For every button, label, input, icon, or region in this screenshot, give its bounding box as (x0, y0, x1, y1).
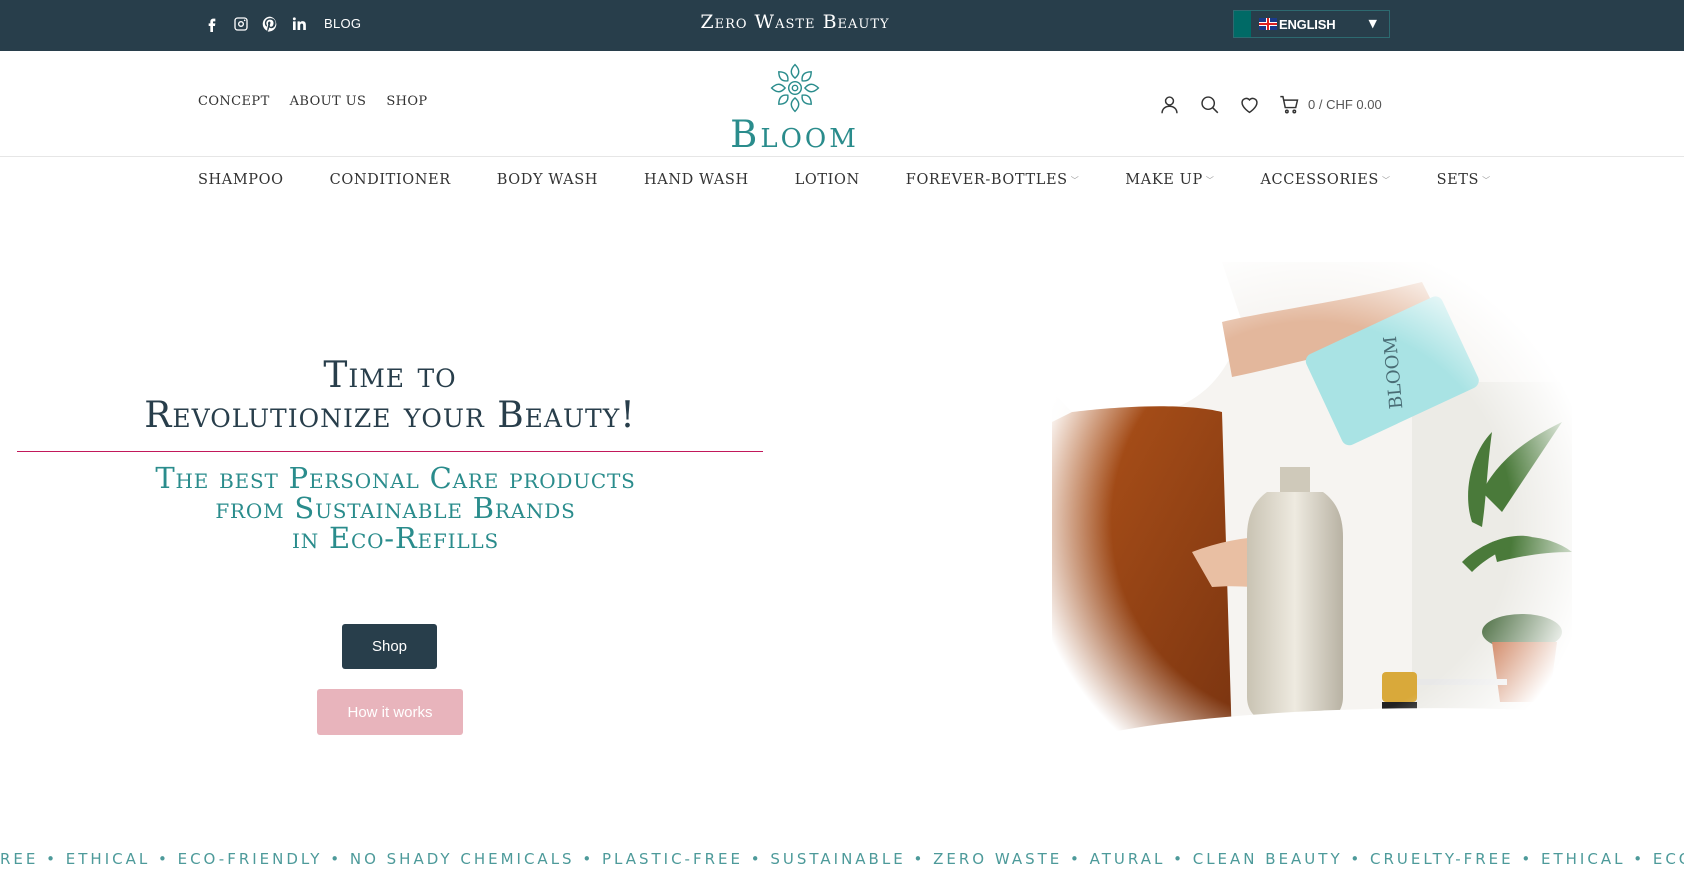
category-make-up[interactable]: MAKE UP ﹀ (1125, 172, 1214, 188)
cart-button[interactable]: 0 / CHF 0.00 (1278, 93, 1382, 115)
hero-title: Time to Revolutionize your Beauty! (17, 356, 763, 436)
language-label: ENGLISH (1279, 16, 1336, 32)
flower-logo-icon (770, 63, 820, 113)
how-it-works-button[interactable]: How it works (317, 689, 463, 735)
hero-title-line: Time to (323, 355, 457, 396)
blog-link[interactable]: BLOG (324, 16, 361, 31)
category-label: ACCESSORIES (1260, 172, 1379, 188)
hero-subtitle: The best Personal Care products from Sus… (17, 463, 774, 553)
ticker-item: ECO (1652, 850, 1684, 868)
ticker-item: CRUELTY-FREE (1370, 850, 1514, 868)
primary-nav: CONCEPT ABOUT US SHOP (198, 94, 428, 109)
chevron-down-icon: ﹀ (1205, 175, 1215, 185)
main-header: CONCEPT ABOUT US SHOP Bloom 0 / CHF 0.00 (0, 51, 1684, 157)
ticker-item: ATURAL (1089, 850, 1166, 868)
category-hand-wash[interactable]: HAND WASH (644, 172, 749, 188)
hero-subtitle-line: The best Personal Care products (155, 461, 636, 495)
ticker-item: ETHICAL (65, 850, 151, 868)
top-bar: BLOG Zero Waste Beauty ENGLISH ▼ (0, 0, 1684, 51)
category-shampoo[interactable]: SHAMPOO (198, 172, 284, 188)
social-links (203, 14, 307, 34)
ticker-item: ETHICAL (1541, 850, 1626, 868)
category-sets[interactable]: SETS ﹀ (1437, 172, 1491, 188)
category-nav: SHAMPOO CONDITIONER BODY WASH HAND WASH … (198, 172, 1491, 188)
category-label: MAKE UP (1125, 172, 1203, 188)
search-icon[interactable] (1198, 93, 1220, 115)
category-label: FOREVER-BOTTLES (905, 172, 1068, 188)
header-actions: 0 / CHF 0.00 (1158, 93, 1382, 115)
category-label: SHAMPOO (198, 172, 284, 188)
hero-product-photo: BLOOM (1052, 262, 1572, 782)
ticker-item: ECO-FRIENDLY (177, 850, 323, 868)
dropdown-arrow-icon: ▼ (1368, 17, 1377, 30)
category-label: CONDITIONER (329, 172, 451, 188)
cart-icon (1278, 93, 1300, 115)
hero-subtitle-line: from Sustainable Brands (215, 491, 576, 525)
chevron-down-icon: ﹀ (1381, 175, 1391, 185)
ticker-item: ZERO WASTE (933, 850, 1063, 868)
language-select-handle (1234, 11, 1251, 37)
hero-title-line: Revolutionize your Beauty! (144, 395, 636, 436)
bloom-logo[interactable]: Bloom (712, 61, 877, 156)
chevron-down-icon: ﹀ (1482, 175, 1491, 185)
values-ticker: REE • ETHICAL • ECO-FRIENDLY • NO SHADY … (0, 850, 1684, 872)
ticker-item: NO SHADY CHEMICALS (349, 850, 575, 868)
logo-wordmark: Bloom (730, 113, 859, 156)
category-label: SETS (1436, 172, 1480, 188)
ticker-item: CLEAN BEAUTY (1192, 850, 1343, 868)
tagline: Zero Waste Beauty (700, 11, 890, 33)
nav-concept[interactable]: CONCEPT (198, 94, 270, 109)
chevron-down-icon: ﹀ (1070, 175, 1080, 185)
ticker-item: REE (0, 850, 39, 868)
wishlist-heart-icon[interactable] (1238, 93, 1260, 115)
pinterest-icon[interactable] (261, 14, 278, 34)
instagram-icon[interactable] (232, 14, 249, 34)
cart-total: 0 / CHF 0.00 (1308, 96, 1382, 112)
shop-button[interactable]: Shop (342, 624, 437, 669)
category-label: BODY WASH (496, 172, 599, 188)
ticker-item: SUSTAINABLE (770, 850, 906, 868)
category-label: LOTION (794, 172, 860, 188)
facebook-icon[interactable] (203, 14, 220, 34)
category-accessories[interactable]: ACCESSORIES ﹀ (1260, 172, 1390, 188)
language-select[interactable]: ENGLISH ▼ (1233, 10, 1390, 38)
category-label: HAND WASH (644, 172, 749, 188)
category-body-wash[interactable]: BODY WASH (497, 172, 598, 188)
category-forever-bottles[interactable]: FOREVER-BOTTLES ﹀ (906, 172, 1080, 188)
nav-about-us[interactable]: ABOUT US (290, 94, 367, 109)
nav-shop[interactable]: SHOP (386, 94, 427, 109)
category-conditioner[interactable]: CONDITIONER (330, 172, 451, 188)
hero-divider (17, 451, 763, 452)
category-lotion[interactable]: LOTION (795, 172, 860, 188)
ticker-item: PLASTIC-FREE (601, 850, 743, 868)
linkedin-icon[interactable] (290, 14, 307, 34)
account-icon[interactable] (1158, 93, 1180, 115)
uk-flag-icon (1259, 18, 1277, 30)
hero-subtitle-line: in Eco-Refills (292, 521, 499, 555)
